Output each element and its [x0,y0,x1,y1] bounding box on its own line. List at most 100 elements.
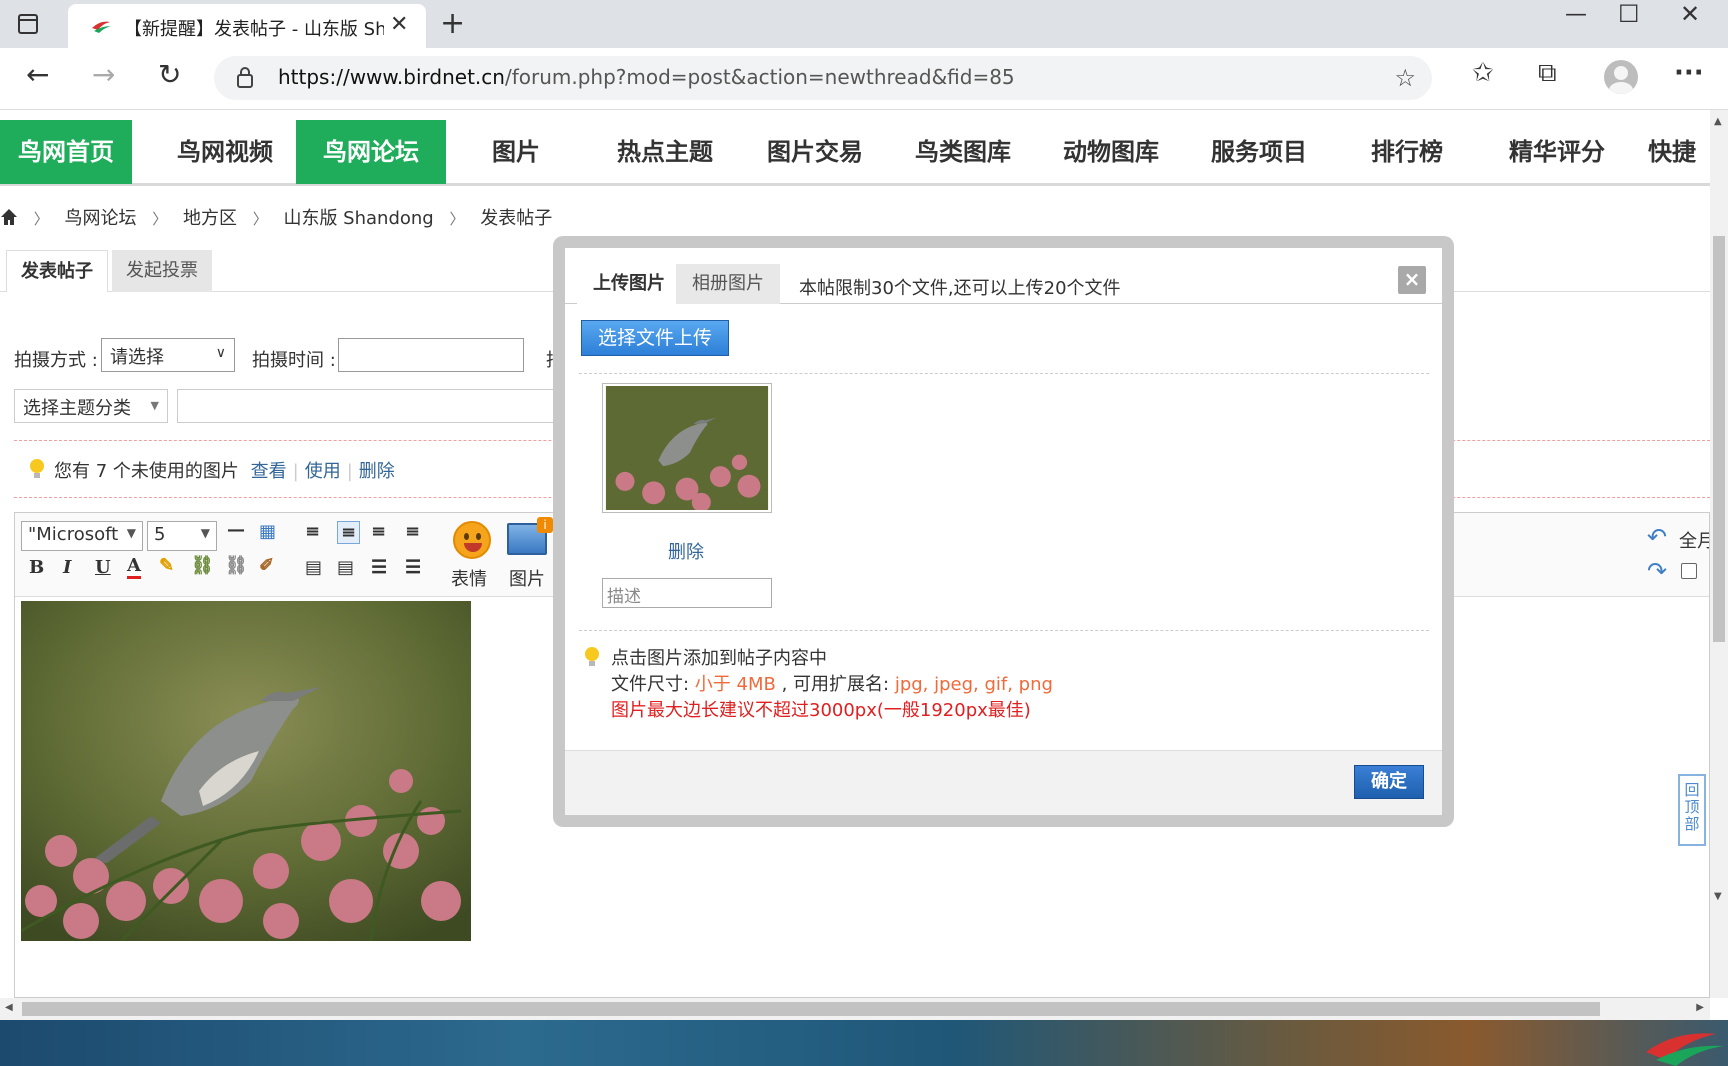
horizontal-rule-icon[interactable]: — [227,519,245,540]
back-icon[interactable]: ← [26,58,49,91]
lock-icon[interactable] [236,66,254,88]
undo-icon[interactable]: ↶ [1647,523,1667,551]
scrollbar-thumb[interactable] [22,1002,1600,1016]
scroll-right-icon[interactable]: ▶ [1696,1002,1704,1013]
image-label[interactable]: 图片 [509,565,545,591]
tab-actions-icon[interactable] [18,14,38,34]
redo-icon[interactable]: ↷ [1647,557,1667,585]
uploaded-image-thumbnail[interactable] [602,383,772,513]
tab-close-icon[interactable]: ✕ [390,12,408,37]
nav-animal-gallery[interactable]: 动物图库 [1036,120,1186,184]
nav-hot-topics[interactable]: 热点主题 [590,120,740,184]
back-to-top-button[interactable]: 回顶部 [1678,774,1706,846]
font-family-value: "Microsoft [28,524,119,545]
breadcrumb-separator: 〉 [33,210,49,228]
align-center-icon[interactable]: ≡ [371,521,386,542]
add-favorite-icon[interactable]: ☆ [1394,64,1416,92]
breadcrumb-forum[interactable]: 鸟网论坛 [64,208,136,229]
more-menu-icon[interactable]: ··· [1674,58,1704,88]
fullscreen-label[interactable]: 全月 [1679,527,1709,553]
ordered-list-icon[interactable]: ☰ [371,557,387,578]
align-right-icon[interactable]: ≡ [405,521,420,542]
emoji-label[interactable]: 表情 [451,565,487,591]
font-size-select[interactable]: 5 ▼ [147,521,217,551]
browser-address-bar: ← → ↻ https://www.birdnet.cn/forum.php?m… [0,48,1728,110]
home-icon[interactable] [0,208,18,226]
breadcrumb-separator: 〉 [449,210,465,228]
tab-new-post[interactable]: 发表帖子 [6,250,108,292]
browser-tab[interactable]: 【新提醒】发表帖子 - 山东版 Shandong ✕ [68,4,426,48]
forward-icon[interactable]: → [92,58,115,91]
breadcrumb-board[interactable]: 山东版 Shandong [283,208,433,229]
unlink-icon[interactable]: ⛓ [225,555,248,576]
float-right-icon[interactable]: ▤ [337,557,354,578]
scroll-up-icon[interactable]: ▲ [1714,116,1722,127]
profile-avatar[interactable] [1604,60,1638,94]
view-images-link[interactable]: 查看 [251,461,287,482]
close-icon[interactable]: × [1398,266,1426,294]
unordered-list-icon[interactable]: ☰ [405,557,421,578]
scroll-down-icon[interactable]: ▼ [1714,891,1722,902]
collections-icon[interactable]: ⧉ [1538,58,1557,89]
favorites-icon[interactable]: ✩ [1472,58,1494,88]
url-field[interactable]: https://www.birdnet.cn/forum.php?mod=pos… [214,56,1432,100]
font-size-value: 5 [154,524,166,545]
shoot-method-select[interactable]: 请选择 ∨ [101,338,235,372]
url-host: https://www.birdnet.cn [278,65,505,89]
minimize-icon[interactable]: — [1565,2,1587,27]
table-icon[interactable]: ▦ [259,521,276,542]
bold-icon[interactable]: B [29,557,44,578]
nav-pictures[interactable]: 图片 [446,120,586,184]
shoot-time-input[interactable] [338,338,524,372]
nav-forum[interactable]: 鸟网论坛 [296,120,446,184]
reload-icon[interactable]: ↻ [158,58,181,91]
maximize-icon[interactable]: ☐ [1618,0,1640,28]
lightbulb-icon [585,647,599,666]
browser-tab-bar: 【新提醒】发表帖子 - 山东版 Shandong ✕ + — ☐ ✕ [0,0,1728,48]
nav-quick[interactable]: 快捷 [1648,120,1710,184]
tab-album-images[interactable]: 相册图片 [676,264,780,304]
nav-bird-gallery[interactable]: 鸟类图库 [888,120,1038,184]
scrollbar-thumb[interactable] [1713,236,1725,642]
nav-featured[interactable]: 精华评分 [1482,120,1632,184]
scroll-left-icon[interactable]: ◀ [5,1002,13,1013]
tip-click-image: 点击图片添加到帖子内容中 [611,648,827,669]
use-images-link[interactable]: 使用 [305,461,341,482]
nav-photo-trade[interactable]: 图片交易 [740,120,890,184]
new-tab-icon[interactable]: + [440,6,465,41]
emoji-icon[interactable] [453,521,491,559]
float-left-icon[interactable]: ▤ [305,557,322,578]
inserted-bird-photo[interactable] [21,601,471,941]
nav-services[interactable]: 服务项目 [1184,120,1334,184]
divider [579,373,1429,374]
insert-image-icon[interactable] [507,517,553,555]
tab-new-poll[interactable]: 发起投票 [112,250,212,292]
category-select[interactable]: 选择主题分类 ▼ [14,389,168,423]
nav-home[interactable]: 鸟网首页 [0,120,132,184]
font-family-select[interactable]: "Microsoft ▼ [21,521,143,551]
insert-link-icon[interactable]: ⛓ [191,555,214,576]
nav-ranking[interactable]: 排行榜 [1332,120,1482,184]
select-file-upload-button[interactable]: 选择文件上传 [581,320,729,356]
tab-upload-images[interactable]: 上传图片 [577,264,681,304]
clear-format-icon[interactable]: ✐ [259,555,274,576]
confirm-button[interactable]: 确定 [1354,765,1424,799]
italic-icon[interactable]: I [63,557,71,578]
highlight-icon[interactable]: ✎ [159,555,174,576]
subject-input[interactable] [177,389,577,423]
horizontal-scrollbar[interactable]: ◀ ▶ [0,998,1710,1020]
option-checkbox[interactable] [1681,563,1697,579]
delete-images-link[interactable]: 删除 [359,461,395,482]
window-close-icon[interactable]: ✕ [1680,0,1700,28]
lightbulb-icon [30,459,44,478]
description-input[interactable]: 描述 [602,578,772,608]
vertical-scrollbar[interactable]: ▲ ▼ [1710,110,1728,998]
delete-image-link[interactable]: 删除 [668,538,704,564]
font-color-icon[interactable]: A [127,555,141,579]
nav-video[interactable]: 鸟网视频 [150,120,300,184]
align-justify-icon[interactable]: ≡ [337,521,361,544]
breadcrumb-region[interactable]: 地方区 [183,208,237,229]
align-left-icon[interactable]: ≡ [305,521,320,542]
divider: | [346,461,353,482]
underline-icon[interactable]: U [95,557,111,578]
